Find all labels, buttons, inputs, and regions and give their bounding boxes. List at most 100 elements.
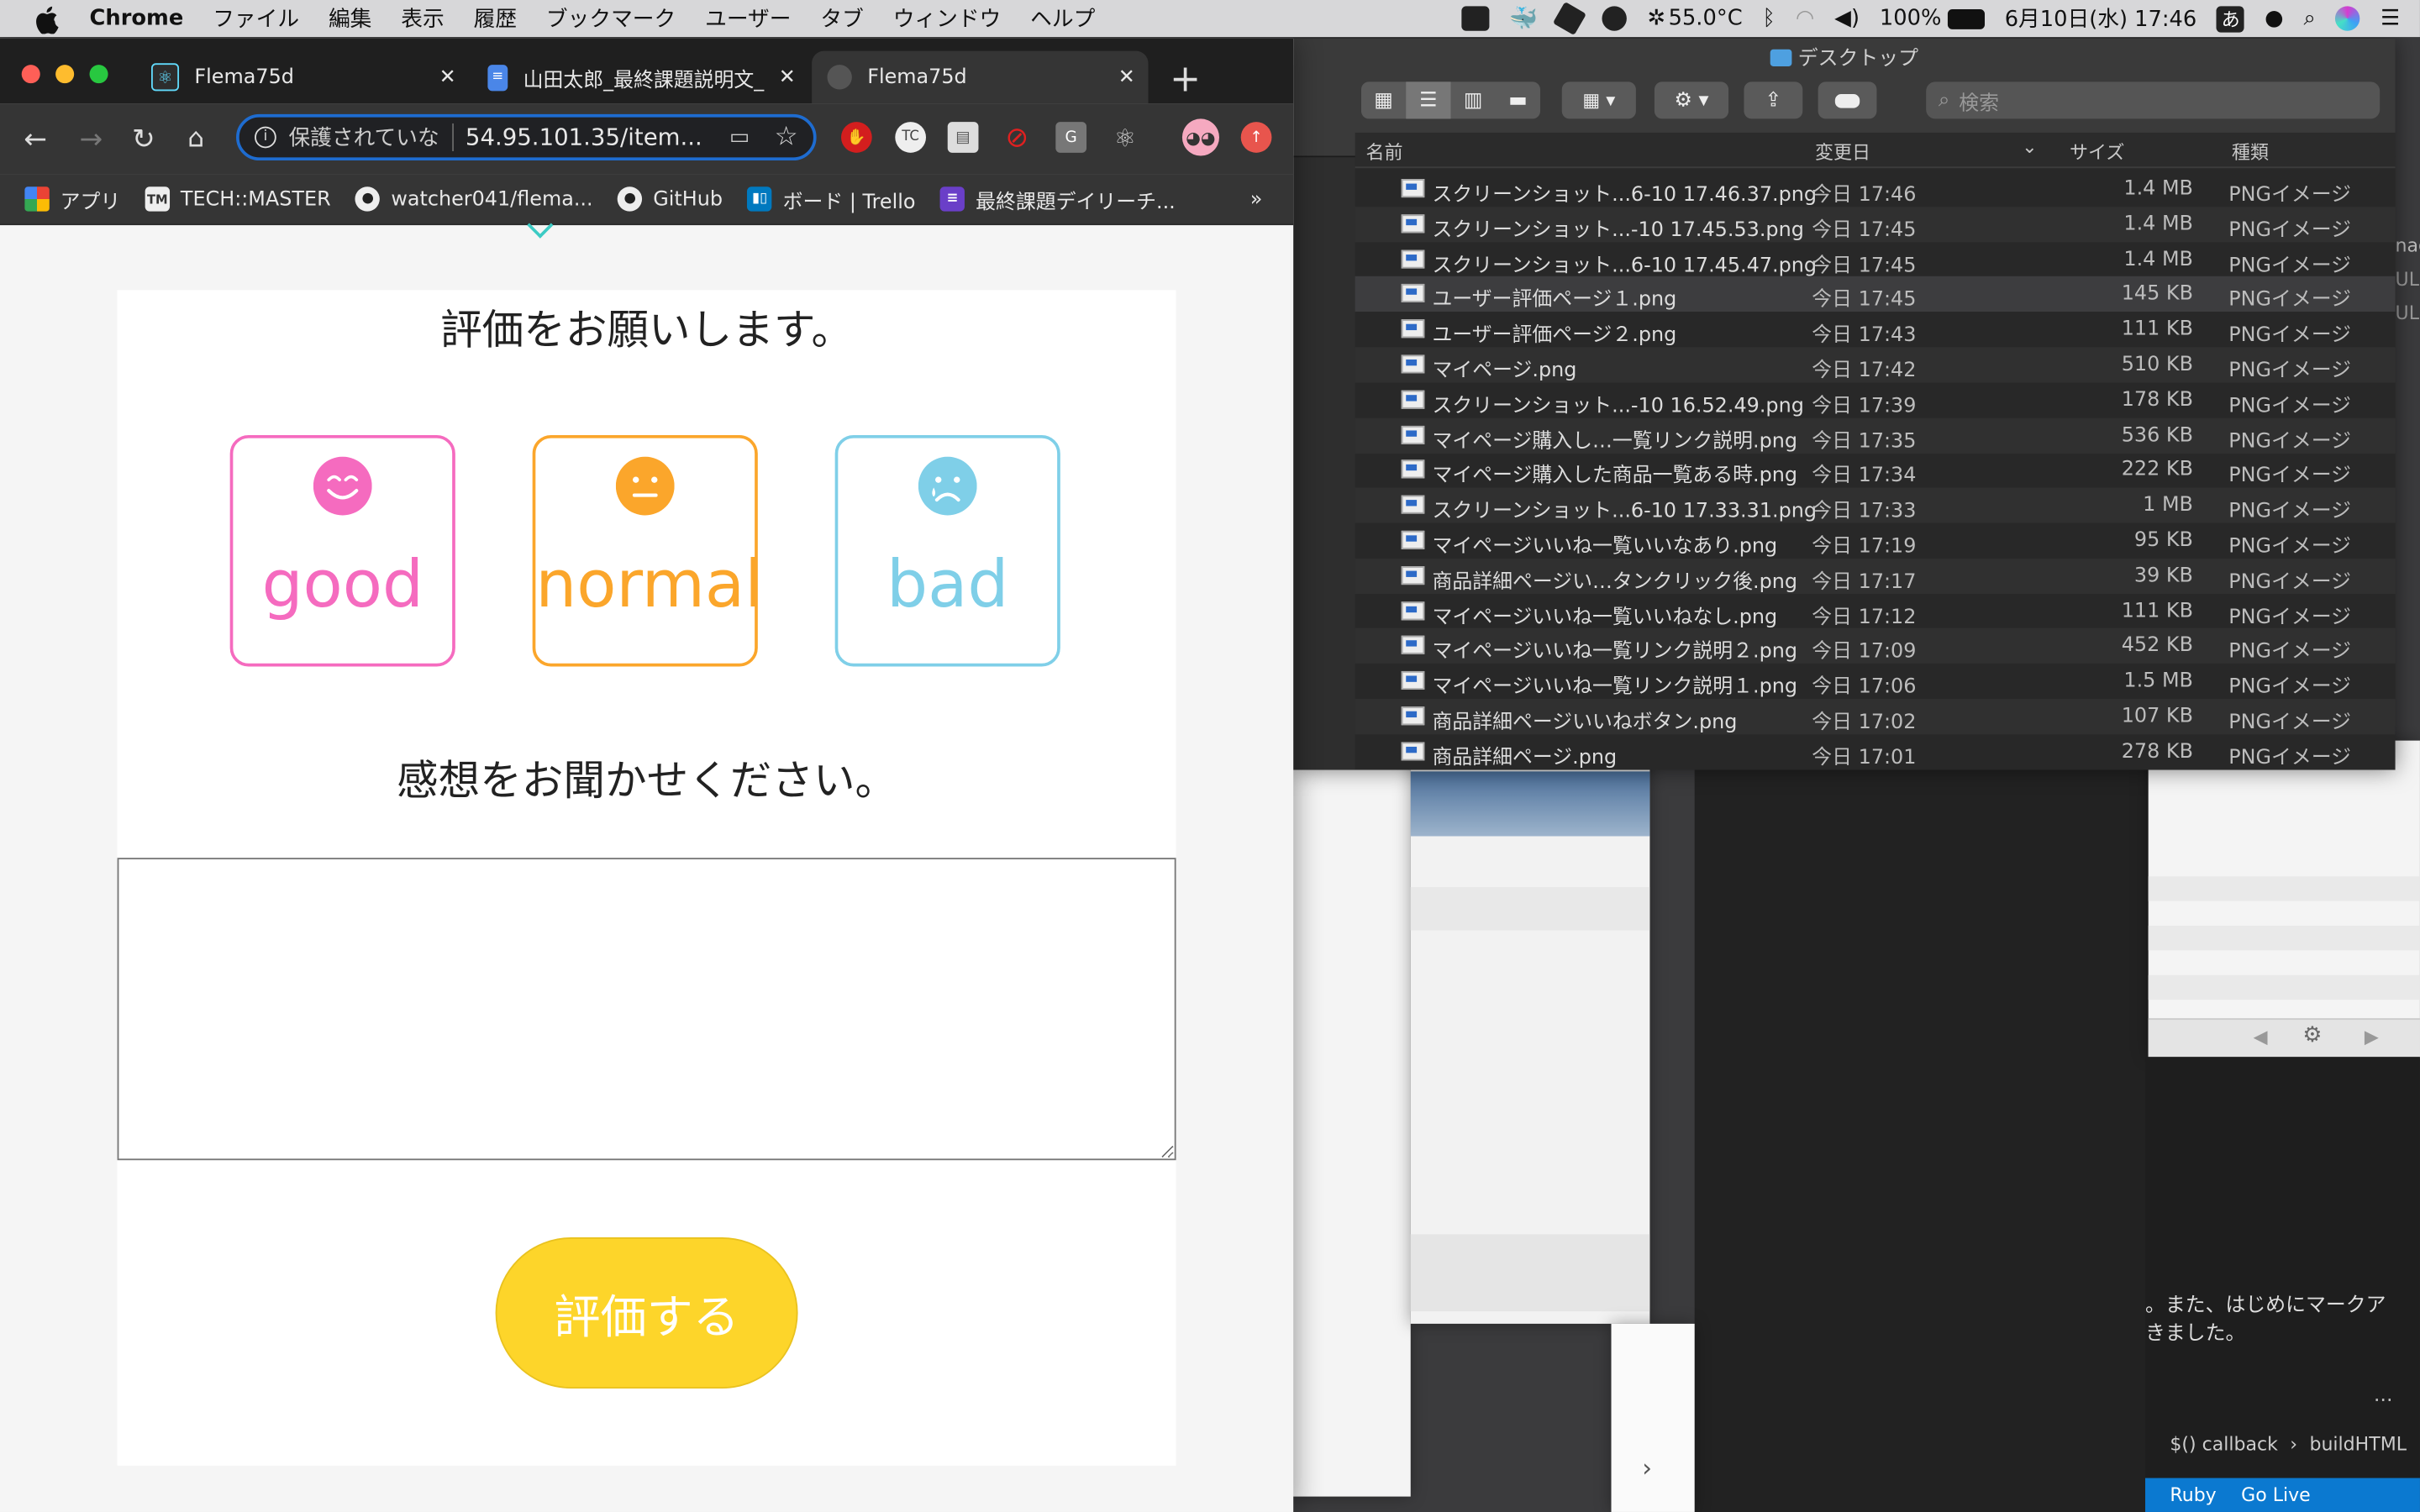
more-icon[interactable]: ··· [2374,1390,2393,1414]
profile-avatar[interactable]: ◕◕ [1181,118,1219,156]
gallery-view-icon[interactable]: ▬ [1496,81,1540,118]
bookmark-trello[interactable]: ▮▯ ボード | Trello [747,184,915,213]
extension-react-icon[interactable]: ⚛ [1110,122,1141,153]
menu-view[interactable]: 表示 [401,3,444,34]
finder-file-row[interactable]: マイページいいね一覧リンク説明２.png 今日 17:09 452 KB PNGイメー… [1355,628,2396,664]
update-icon[interactable]: ↑ [1240,122,1272,153]
column-name[interactable]: 名前 [1365,139,1402,165]
rating-normal-button[interactable]: normal [532,434,763,667]
menu-file[interactable]: ファイル [213,3,299,34]
finder-file-row[interactable]: スクリーンショット...6-10 17.33.31.png 今日 17:33 1 M… [1355,487,2396,523]
menu-history[interactable]: 履歴 [474,3,517,34]
menu-window[interactable]: ウィンドウ [893,3,1002,34]
menu-tab[interactable]: タブ [820,3,863,34]
bookmark-github[interactable]: ● GitHub [618,186,723,212]
minimize-window-button[interactable] [55,65,75,84]
clock[interactable]: 6月10日(水) 17:46 [2005,3,2197,34]
gear-icon[interactable]: ⚙ [2302,1023,2322,1047]
address-bar[interactable]: i 保護されていな 54.95.101.35/item... ▭ ☆ [236,113,817,161]
menu-edit[interactable]: 編集 [329,3,371,34]
chevron-right-icon[interactable]: › [1642,1453,1652,1483]
bookmark-techmaster[interactable]: TM TECH::MASTER [145,186,331,212]
close-window-button[interactable] [21,65,40,84]
reload-button[interactable]: ↻ [127,122,160,155]
bookmark-daily[interactable]: ≡ 最終課題デイリーチ... [939,184,1176,213]
extension-stop-icon[interactable]: ✋ [841,122,872,153]
finder-search-field[interactable]: ⌕ 検索 [1926,81,2381,119]
share-button[interactable]: ⇪ [1744,81,1803,119]
user-icon[interactable]: ● [2265,6,2283,30]
tab-flema-1[interactable]: ⚛ Flema75d ✕ [136,51,470,103]
cast-icon[interactable]: ▭ [729,125,750,150]
extension-printer-icon[interactable]: ▤ [947,122,979,153]
finder-file-row[interactable]: スクリーンショット...6-10 17.46.37.png 今日 17:46 1.4… [1355,171,2396,207]
star-icon[interactable]: ☆ [775,122,798,153]
icon-view-icon[interactable]: ▦ [1361,81,1406,118]
extension-g-icon[interactable]: G [1055,122,1087,153]
column-date[interactable]: 変更日 [1815,139,1870,165]
zoom-window-button[interactable] [89,65,108,84]
volume-icon[interactable]: ◀) [1834,6,1860,30]
status-golive[interactable]: Go Live [2241,1484,2311,1506]
finder-file-row[interactable]: スクリーンショット...6-10 17.45.47.png 今日 17:45 1.4… [1355,242,2396,277]
apple-icon[interactable] [31,3,62,34]
tab-flema-active[interactable]: Flema75d ✕ [812,50,1149,104]
wifi-icon[interactable]: ◠ [1796,6,1814,30]
finder-file-row[interactable]: 商品詳細ページい…タンクリック後.png 今日 17:17 39 KB PNGイメージ [1355,558,2396,594]
new-tab-button[interactable]: + [1167,60,1204,97]
finder-file-row[interactable]: 商品詳細ページいいねボタン.png 今日 17:02 107 KB PNGイメージ [1355,699,2396,735]
finder-file-row[interactable]: マイページいいね一覧いいなあり.png 今日 17:19 95 KB PNGイメージ [1355,523,2396,559]
next-arrow-icon[interactable]: ▶ [2365,1026,2379,1047]
close-tab-icon[interactable]: ✕ [1111,61,1142,92]
tab-document[interactable]: ≡ 山田太郎_最終課題説明文_ ✕ [472,51,808,103]
finder-file-row[interactable]: マイページ.png 今日 17:42 510 KB PNGイメージ [1355,347,2396,383]
menu-bookmarks[interactable]: ブックマーク [546,3,676,34]
finder-file-row[interactable]: 商品詳細ページ.png 今日 17:01 278 KB PNGイメージ [1355,734,2396,769]
docker-icon[interactable]: 🐳 [1509,5,1538,33]
finder-file-row[interactable]: マイページ購入した商品一覧ある時.png 今日 17:34 222 KB PNGイメー… [1355,453,2396,488]
menu-user[interactable]: ユーザー [705,3,791,34]
notification-center-icon[interactable]: ☰ [2381,6,2400,30]
menu-app-name[interactable]: Chrome [90,6,184,30]
tag-button[interactable] [1818,81,1877,119]
back-button[interactable]: ← [18,122,52,155]
list-view-icon[interactable]: ☰ [1406,81,1451,119]
zoom-app-icon[interactable] [1460,6,1489,31]
finder-file-row[interactable]: マイページいいね一覧いいねなし.png 今日 17:12 111 KB PNGイメージ [1355,593,2396,629]
rating-bad-button[interactable]: bad [834,434,1060,667]
finder-file-row[interactable]: ユーザー評価ページ１.png 今日 17:45 145 KB PNGイメージ [1355,276,2396,312]
forward-button[interactable]: → [74,122,108,155]
input-method-icon[interactable]: あ [2217,5,2245,32]
breadcrumb-item[interactable]: $() callback [2170,1433,2277,1455]
column-kind[interactable]: 種類 [2232,139,2269,165]
finder-file-row[interactable]: スクリーンショット...-10 16.52.49.png 今日 17:39 178 … [1355,382,2396,417]
bookmark-watcher[interactable]: ● watcher041/flema... [355,186,593,212]
group-button[interactable]: ▦ ▾ [1561,81,1636,119]
finder-file-row[interactable]: マイページ購入し…一覧リンク説明.png 今日 17:35 536 KB PNGイメー… [1355,417,2396,454]
breadcrumb-item[interactable]: buildHTML [2309,1433,2407,1455]
battery-readout[interactable]: 100% [1880,6,1985,31]
extension-tc-icon[interactable]: TC [895,122,927,153]
action-button[interactable]: ⚙ ▾ [1654,81,1729,119]
finder-file-row[interactable]: マイページいいね一覧リンク説明１.png 今日 17:06 1.5 MB PNGイメー… [1355,664,2396,699]
status-language[interactable]: Ruby [2170,1484,2216,1506]
bluetooth-icon[interactable]: ᛒ [1763,6,1776,30]
siri-icon[interactable] [2335,6,2361,31]
spotlight-search-icon[interactable]: ⌕ [2303,6,2315,30]
finder-file-row[interactable]: スクリーンショット...-10 17.45.53.png 今日 17:45 1.4 … [1355,206,2396,242]
close-tab-icon[interactable]: ✕ [432,61,463,92]
finder-file-row[interactable]: ユーザー評価ページ２.png 今日 17:43 111 KB PNGイメージ [1355,312,2396,348]
column-size[interactable]: サイズ [2070,139,2124,165]
extension-block-icon[interactable]: ⊘ [1002,121,1033,154]
menu-help[interactable]: ヘルプ [1030,3,1095,34]
impression-textarea[interactable] [117,858,1176,1161]
close-tab-icon[interactable]: ✕ [771,61,802,92]
more-bookmarks-button[interactable]: » [1250,187,1263,211]
home-button[interactable]: ⌂ [179,122,213,155]
checkmark-app-icon[interactable] [1602,6,1628,31]
hexagon-app-icon[interactable] [1553,1,1587,36]
sort-chevron-icon[interactable]: ⌄ [2022,136,2037,158]
bookmark-apps[interactable]: アプリ [24,184,120,213]
prev-arrow-icon[interactable]: ◀ [2254,1026,2268,1047]
rating-good-button[interactable]: good [229,434,455,667]
